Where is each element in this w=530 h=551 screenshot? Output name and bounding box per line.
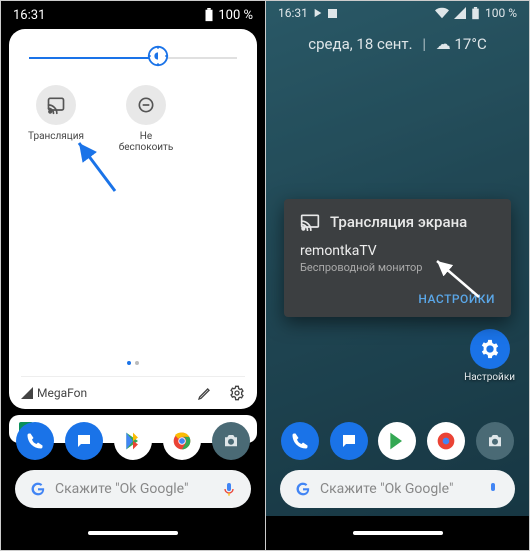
date-weather-widget[interactable]: среда, 18 сент. | ☁ 17°C — [266, 35, 529, 53]
dnd-icon — [136, 95, 156, 115]
square-status-icon — [328, 9, 337, 18]
cloud-icon: ☁ — [436, 35, 451, 53]
dock-chrome[interactable] — [427, 422, 465, 460]
qs-tile-dnd[interactable]: Не беспокоить — [115, 85, 177, 153]
settings-shortcut[interactable]: Настройки — [464, 329, 515, 383]
edit-icon[interactable] — [197, 385, 213, 401]
cast-icon — [300, 213, 320, 231]
page-indicator — [127, 361, 139, 365]
dock-messages[interactable] — [65, 422, 103, 460]
status-bar: 16:31 100 % — [266, 1, 529, 25]
right-phone-cast-dialog: 16:31 100 % среда, 18 сент. | ☁ 17°C Тра… — [265, 1, 529, 550]
quick-settings-panel: Трансляция Не беспокоить MegaFon — [9, 29, 257, 409]
wifi-icon — [435, 7, 449, 19]
qs-tile-cast-label: Трансляция — [28, 131, 84, 142]
dock-phone[interactable] — [281, 422, 319, 460]
cast-device-item[interactable]: remontkaTV Беспроводной монитор — [300, 243, 495, 274]
carrier-label: MegaFon — [21, 386, 87, 400]
cast-settings-button[interactable]: НАСТРОЙКИ — [418, 292, 495, 306]
battery-icon — [471, 7, 480, 20]
nav-bar[interactable] — [1, 516, 265, 550]
brightness-icon — [147, 45, 169, 67]
status-time: 16:31 — [278, 6, 308, 20]
dock-camera[interactable] — [212, 422, 250, 460]
search-hint: Скажите "Ok Google" — [320, 481, 453, 497]
dock-messages[interactable] — [330, 422, 368, 460]
nav-bar[interactable] — [266, 516, 529, 550]
qs-tile-cast[interactable]: Трансляция — [25, 85, 87, 153]
dock-play-store[interactable] — [378, 422, 416, 460]
battery-text: 100 % — [485, 6, 517, 20]
cast-device-subtitle: Беспроводной монитор — [300, 261, 495, 274]
status-bar: 16:31 100 % — [1, 1, 265, 29]
dock — [1, 414, 265, 466]
signal-icon — [454, 7, 466, 19]
battery-text: 100 % — [218, 8, 253, 23]
cast-device-name: remontkaTV — [300, 243, 495, 259]
search-hint: Скажите "Ok Google" — [55, 481, 188, 497]
google-search-bar[interactable]: Скажите "Ok Google" — [280, 470, 515, 508]
dock-camera[interactable] — [476, 422, 514, 460]
dock-play-store[interactable] — [114, 422, 152, 460]
google-g-icon — [294, 480, 312, 498]
dock-chrome[interactable] — [163, 422, 201, 460]
settings-shortcut-label: Настройки — [464, 372, 515, 383]
cast-dialog: Трансляция экрана remontkaTV Беспроводно… — [284, 199, 511, 317]
cast-icon — [46, 95, 66, 115]
settings-icon[interactable] — [229, 385, 245, 401]
google-search-bar[interactable]: Скажите "Ok Google" — [15, 470, 251, 508]
play-store-status-icon — [313, 8, 323, 18]
mic-icon[interactable] — [221, 481, 237, 497]
signal-icon — [21, 387, 33, 399]
dock — [266, 414, 529, 466]
battery-icon — [204, 8, 214, 22]
google-g-icon — [29, 480, 47, 498]
gear-icon — [479, 338, 501, 360]
status-time: 16:31 — [13, 8, 45, 23]
left-phone-quicksettings: 16:31 100 % Трансляция Не бес — [1, 1, 265, 550]
mic-icon[interactable] — [485, 481, 501, 497]
dock-phone[interactable] — [16, 422, 54, 460]
qs-tile-dnd-label: Не беспокоить — [115, 131, 177, 153]
brightness-slider[interactable] — [29, 57, 237, 59]
cast-dialog-title: Трансляция экрана — [330, 213, 467, 231]
